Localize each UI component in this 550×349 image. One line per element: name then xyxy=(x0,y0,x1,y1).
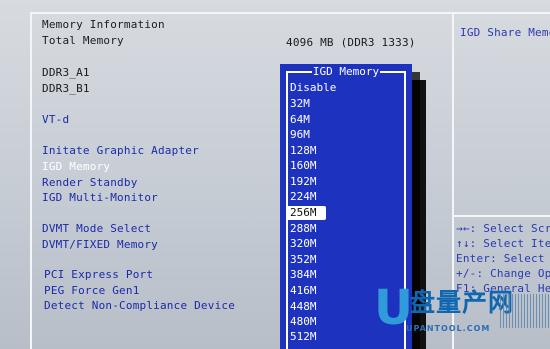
watermark-logo: U 盘量产网 UPANTOOL.COM xyxy=(374,280,550,348)
popup-option-128m[interactable]: 128M xyxy=(290,144,317,158)
detect-non-compliance-label[interactable]: Detect Non-Compliance Device xyxy=(44,300,235,312)
popup-option-352m[interactable]: 352M xyxy=(290,253,317,267)
vtd-label[interactable]: VT-d xyxy=(42,114,69,126)
popup-option-416m[interactable]: 416M xyxy=(290,284,317,298)
key-hint-screen: →←: Select Scree xyxy=(456,222,550,235)
popup-option-384m[interactable]: 384M xyxy=(290,268,317,282)
render-standby-label[interactable]: Render Standby xyxy=(42,177,138,189)
help-title: IGD Share Memor xyxy=(460,26,550,39)
total-memory-label: Total Memory xyxy=(42,34,124,47)
popup-option-512m[interactable]: 512M xyxy=(290,330,317,344)
ddr3-b1-label: DDR3_B1 xyxy=(42,82,90,95)
dvmt-fixed-memory-label[interactable]: DVMT/FIXED Memory xyxy=(42,239,158,251)
key-hint-change: +/-: Change Opt. xyxy=(456,267,550,280)
pci-express-port-label[interactable]: PCI Express Port xyxy=(44,269,153,281)
igd-memory-label[interactable]: IGD Memory xyxy=(42,161,110,173)
key-hint-item: ↑↓: Select Item xyxy=(456,237,550,250)
dvmt-mode-select-label[interactable]: DVMT Mode Select xyxy=(42,223,151,235)
key-hint-enter: Enter: Select xyxy=(456,252,545,265)
popup-option-160m[interactable]: 160M xyxy=(290,159,317,173)
popup-option-32m[interactable]: 32M xyxy=(290,97,310,111)
popup-option-320m[interactable]: 320M xyxy=(290,237,317,251)
watermark-stripe xyxy=(500,294,550,328)
popup-option-448m[interactable]: 448M xyxy=(290,300,317,314)
total-memory-value: 4096 MB (DDR3 1333) xyxy=(286,36,416,49)
help-divider xyxy=(454,215,550,217)
initiate-graphic-adapter-label[interactable]: Initate Graphic Adapter xyxy=(42,145,199,157)
peg-force-gen1-label[interactable]: PEG Force Gen1 xyxy=(44,285,140,297)
watermark-url-text: UPANTOOL.COM xyxy=(406,324,491,333)
popup-option-64m[interactable]: 64M xyxy=(290,113,310,127)
popup-option-224m[interactable]: 224M xyxy=(290,190,317,204)
popup-option-480m[interactable]: 480M xyxy=(290,315,317,329)
popup-title: IGD Memory xyxy=(312,65,380,78)
watermark-brand-text: 盘量产网 xyxy=(410,288,515,317)
memory-info-heading: Memory Information xyxy=(42,18,165,31)
popup-option-96m[interactable]: 96M xyxy=(290,128,310,142)
popup-option-288m[interactable]: 288M xyxy=(290,222,317,236)
bios-screen: Memory Information Total Memory 4096 MB … xyxy=(0,0,550,349)
popup-option-disable[interactable]: Disable xyxy=(290,81,336,95)
popup-option-256m-selected[interactable]: 256M xyxy=(286,206,326,220)
popup-option-192m[interactable]: 192M xyxy=(290,175,317,189)
watermark-u-icon: U xyxy=(374,280,413,336)
ddr3-a1-label: DDR3_A1 xyxy=(42,66,90,79)
igd-multi-monitor-label[interactable]: IGD Multi-Monitor xyxy=(42,192,158,204)
